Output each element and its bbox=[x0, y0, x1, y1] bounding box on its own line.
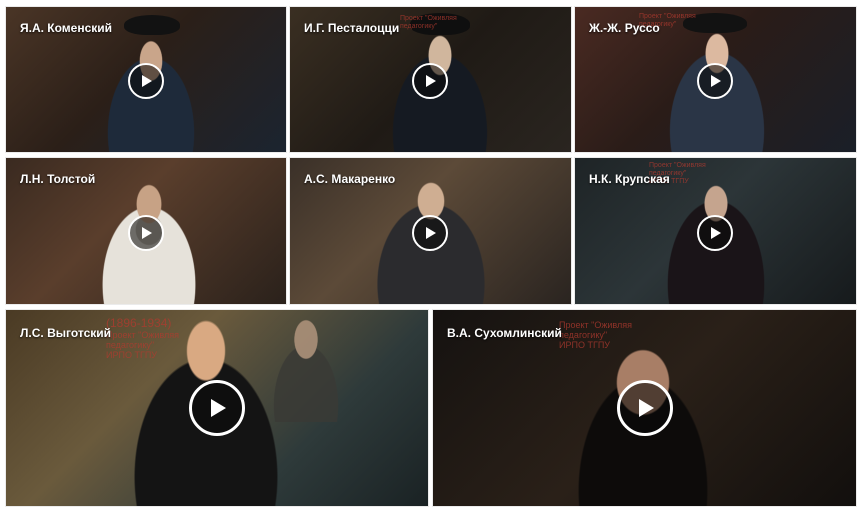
video-title: Н.К. Крупская bbox=[589, 172, 670, 186]
video-title: Ж.-Ж. Руссо bbox=[589, 21, 660, 35]
play-icon bbox=[426, 75, 436, 87]
video-title: Л.Н. Толстой bbox=[20, 172, 96, 186]
play-icon bbox=[142, 75, 152, 87]
video-tile-vygotsky[interactable]: (1896-1934) Проект "Оживляя педагогику" … bbox=[6, 310, 428, 506]
project-caption: Проект "Оживляя педагогику" ИРПО ТГПУ bbox=[559, 320, 632, 350]
play-icon bbox=[211, 399, 226, 417]
play-icon bbox=[426, 227, 436, 239]
play-icon bbox=[639, 399, 654, 417]
video-title: И.Г. Песталоцци bbox=[304, 21, 400, 35]
play-button[interactable] bbox=[412, 215, 448, 251]
video-tile-comenius[interactable]: Я.А. Коменский bbox=[6, 7, 286, 152]
video-tile-tolstoy[interactable]: Л.Н. Толстой bbox=[6, 158, 286, 304]
play-icon bbox=[711, 227, 721, 239]
project-caption: Проект "Оживляя педагогику" bbox=[400, 15, 457, 30]
play-icon bbox=[142, 227, 152, 239]
video-title: А.С. Макаренко bbox=[304, 172, 396, 186]
video-title: Я.А. Коменский bbox=[20, 21, 113, 35]
project-caption: (1896-1934) Проект "Оживляя педагогику" … bbox=[106, 316, 179, 360]
video-tile-rousseau[interactable]: Проект "Оживляя педагогику" Ж.-Ж. Руссо bbox=[575, 7, 856, 152]
background-figure bbox=[256, 312, 356, 422]
play-icon bbox=[711, 75, 721, 87]
play-button[interactable] bbox=[617, 380, 673, 436]
video-title: Л.С. Выготский bbox=[20, 326, 112, 340]
video-title: В.А. Сухомлинский bbox=[447, 326, 562, 340]
play-button[interactable] bbox=[128, 215, 164, 251]
play-button[interactable] bbox=[189, 380, 245, 436]
play-button[interactable] bbox=[128, 63, 164, 99]
video-gallery: Я.А. Коменский Проект "Оживляя педагогик… bbox=[0, 0, 864, 514]
play-button[interactable] bbox=[697, 63, 733, 99]
play-button[interactable] bbox=[412, 63, 448, 99]
video-tile-pestalozzi[interactable]: Проект "Оживляя педагогику" И.Г. Пестало… bbox=[290, 7, 571, 152]
video-tile-makarenko[interactable]: А.С. Макаренко bbox=[290, 158, 571, 304]
video-tile-krupskaya[interactable]: Проект "Оживляя педагогику" ИРПО ТГПУ Н.… bbox=[575, 158, 856, 304]
video-tile-sukhomlinsky[interactable]: Проект "Оживляя педагогику" ИРПО ТГПУ В.… bbox=[433, 310, 856, 506]
play-button[interactable] bbox=[697, 215, 733, 251]
hat-comenius bbox=[124, 15, 180, 35]
